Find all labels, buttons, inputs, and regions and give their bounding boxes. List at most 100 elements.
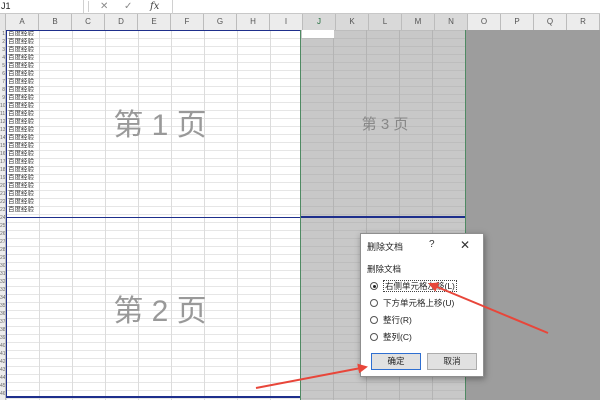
row-header[interactable]: 22 — [0, 198, 5, 206]
column-header[interactable]: A — [6, 14, 39, 30]
column-header[interactable]: B — [39, 14, 72, 30]
divider — [88, 1, 89, 12]
radio-icon[interactable] — [370, 282, 378, 290]
cell-value: 百度经验 — [8, 134, 34, 141]
radio-icon[interactable] — [370, 316, 378, 324]
row-header[interactable]: 37 — [0, 318, 5, 326]
row-header[interactable]: 44 — [0, 374, 5, 382]
row-header[interactable]: 43 — [0, 366, 5, 374]
cell-value: 百度经验 — [8, 126, 34, 133]
row-header[interactable]: 35 — [0, 302, 5, 310]
row-header[interactable]: 9 — [0, 94, 5, 102]
option-label: 整列(C) — [383, 332, 412, 342]
column-header[interactable]: I — [270, 14, 303, 30]
option-shift-left[interactable]: 右侧单元格左移(L) — [370, 279, 457, 293]
row-header[interactable]: 28 — [0, 246, 5, 254]
cell-value: 百度经验 — [8, 174, 34, 181]
row-header[interactable]: 25 — [0, 222, 5, 230]
row-header[interactable]: 34 — [0, 294, 5, 302]
row-header[interactable]: 31 — [0, 270, 5, 278]
row-header[interactable]: 12 — [0, 118, 5, 126]
row-header[interactable]: 45 — [0, 382, 5, 390]
row-header[interactable]: 16 — [0, 150, 5, 158]
row-header[interactable]: 8 — [0, 86, 5, 94]
cancel-button[interactable]: 取消 — [427, 353, 477, 370]
row-header[interactable]: 18 — [0, 166, 5, 174]
formula-bar: J1 ✕ ✓ fx — [0, 0, 600, 14]
enter-formula-icon[interactable]: ✓ — [124, 0, 132, 13]
column-header[interactable]: G — [204, 14, 237, 30]
row-header[interactable]: 24 — [0, 214, 5, 222]
cell-value: 百度经验 — [8, 30, 34, 37]
option-label: 右侧单元格左移(L) — [383, 280, 457, 292]
row-header[interactable]: 36 — [0, 310, 5, 318]
insert-function-icon[interactable]: fx — [150, 0, 159, 13]
column-header[interactable]: R — [567, 14, 600, 30]
column-header[interactable]: H — [237, 14, 270, 30]
row-header[interactable]: 26 — [0, 230, 5, 238]
row-header[interactable]: 39 — [0, 334, 5, 342]
row-header[interactable]: 41 — [0, 350, 5, 358]
name-box[interactable]: J1 — [0, 0, 84, 13]
close-icon[interactable]: ✕ — [460, 238, 470, 252]
radio-icon[interactable] — [370, 333, 378, 341]
row-header[interactable]: 7 — [0, 78, 5, 86]
option-shift-up[interactable]: 下方单元格上移(U) — [370, 296, 454, 310]
page-break-line — [300, 216, 466, 218]
row-header[interactable]: 32 — [0, 278, 5, 286]
row-header[interactable]: 33 — [0, 286, 5, 294]
row-header[interactable]: 30 — [0, 262, 5, 270]
column-header[interactable]: C — [72, 14, 105, 30]
row-header[interactable]: 4 — [0, 54, 5, 62]
row-header[interactable]: 10 — [0, 102, 5, 110]
ok-button[interactable]: 确定 — [371, 353, 421, 370]
cancel-formula-icon[interactable]: ✕ — [100, 0, 108, 13]
row-header[interactable]: 21 — [0, 190, 5, 198]
column-header[interactable]: D — [105, 14, 138, 30]
formula-input-divider — [172, 0, 173, 14]
column-header[interactable]: N — [435, 14, 468, 30]
row-header[interactable]: 38 — [0, 326, 5, 334]
row-header[interactable]: 29 — [0, 254, 5, 262]
row-header[interactable]: 5 — [0, 62, 5, 70]
column-header[interactable]: M — [402, 14, 435, 30]
column-header[interactable]: Q — [534, 14, 567, 30]
row-header[interactable]: 27 — [0, 238, 5, 246]
column-header[interactable]: O — [468, 14, 501, 30]
row-header[interactable]: 3 — [0, 46, 5, 54]
row-header[interactable]: 40 — [0, 342, 5, 350]
cell-value: 百度经验 — [8, 86, 34, 93]
selected-cell[interactable] — [302, 30, 334, 38]
row-header[interactable]: 14 — [0, 134, 5, 142]
radio-icon[interactable] — [370, 299, 378, 307]
dialog-section-label: 删除文档 — [367, 264, 402, 274]
column-header[interactable]: E — [138, 14, 171, 30]
row-header[interactable]: 13 — [0, 126, 5, 134]
row-header[interactable]: 17 — [0, 158, 5, 166]
cell-value: 百度经验 — [8, 78, 34, 85]
column-header[interactable]: P — [501, 14, 534, 30]
row-header[interactable]: 6 — [0, 70, 5, 78]
column-header[interactable]: J — [303, 14, 336, 30]
option-entire-row[interactable]: 整行(R) — [370, 313, 412, 327]
row-header[interactable]: 20 — [0, 182, 5, 190]
column-header[interactable]: F — [171, 14, 204, 30]
help-icon[interactable]: ? — [429, 239, 435, 250]
cell-value: 百度经验 — [8, 38, 34, 45]
row-header[interactable]: 11 — [0, 110, 5, 118]
row-header[interactable]: 23 — [0, 206, 5, 214]
cell-value: 百度经验 — [8, 94, 34, 101]
row-header[interactable]: 46 — [0, 390, 5, 398]
option-entire-column[interactable]: 整列(C) — [370, 330, 412, 344]
row-header[interactable]: 42 — [0, 358, 5, 366]
dialog-title: 删除文档 — [367, 242, 404, 252]
row-header[interactable]: 1 — [0, 30, 5, 38]
column-header[interactable]: K — [336, 14, 369, 30]
row-header[interactable]: 15 — [0, 142, 5, 150]
cell-value: 百度经验 — [8, 142, 34, 149]
row-header[interactable]: 19 — [0, 174, 5, 182]
row-header[interactable]: 2 — [0, 38, 5, 46]
column-header[interactable]: L — [369, 14, 402, 30]
cell-value: 百度经验 — [8, 190, 34, 197]
cell-value: 百度经验 — [8, 70, 34, 77]
